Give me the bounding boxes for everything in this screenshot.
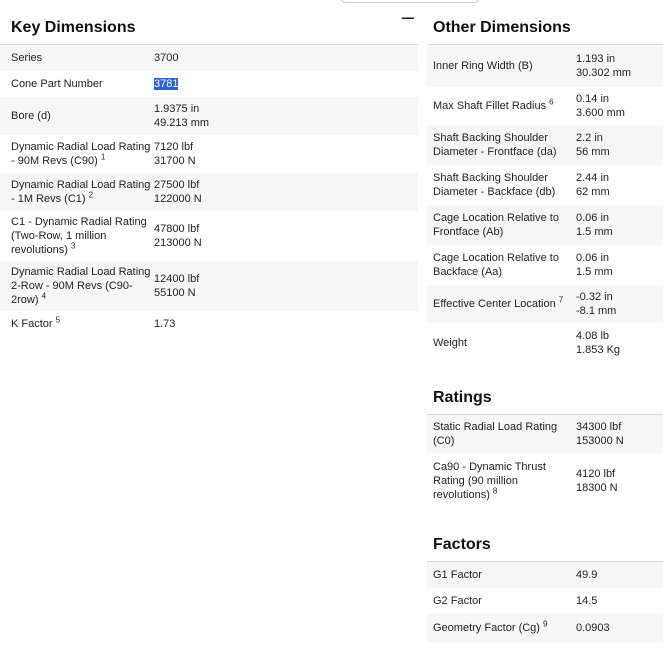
spec-row: Ca90 - Dynamic Thrust Rating (90 million… <box>427 453 663 509</box>
factors-title: Factors <box>433 536 491 553</box>
spec-label: Series <box>0 45 154 71</box>
key-dimensions-title: Key Dimensions <box>11 19 136 36</box>
spec-row: Inner Ring Width (B) 1.193 in 30.302 mm <box>427 45 663 87</box>
spec-label: Bore (d) <box>0 97 154 135</box>
spec-label: Shaft Backing Shoulder Diameter - Backfa… <box>427 165 576 205</box>
spec-label: Ca90 - Dynamic Thrust Rating (90 million… <box>427 453 576 509</box>
spec-value: 0.06 in 1.5 mm <box>576 205 663 245</box>
spec-value: 3700 <box>154 45 418 71</box>
footnote-ref: 5 <box>55 315 61 325</box>
spec-row: Shaft Backing Shoulder Diameter - Backfa… <box>427 165 663 205</box>
key-dimensions-header[interactable]: Key Dimensions – <box>0 0 418 45</box>
spec-label: Inner Ring Width (B) <box>427 45 576 87</box>
footnote-ref: 8 <box>492 486 498 496</box>
footnote-ref: 9 <box>543 619 548 629</box>
spec-value: 1.9375 in 49.213 mm <box>154 97 418 135</box>
spec-row: Cone Part Number 3781 <box>0 71 418 97</box>
spec-value: 0.14 in 3.600 mm <box>576 87 663 125</box>
spec-row: Static Radial Load Rating (C0) 34300 lbf 1… <box>427 415 663 453</box>
spec-label: Cone Part Number <box>0 71 154 97</box>
spec-row: G2 Factor 14.5 <box>427 588 663 614</box>
spec-value: 4.08 lb 1.853 Kg <box>576 323 663 363</box>
spec-label: C1 - Dynamic Radial Rating (Two-Row, 1 m… <box>0 211 154 261</box>
spec-label: Cage Location Relative to Frontface (Ab) <box>427 205 576 245</box>
spec-row: Dynamic Radial Load Rating - 90M Revs (C… <box>0 135 418 173</box>
spec-label: Static Radial Load Rating (C0) <box>427 415 576 453</box>
spec-value: 3781 <box>154 71 418 97</box>
factors-header: Factors <box>427 509 663 562</box>
spec-row: K Factor 5 1.73 <box>0 311 418 337</box>
spec-row: Max Shaft Fillet Radius 6 0.14 in 3.600 mm <box>427 87 663 125</box>
spec-row: Dynamic Radial Load Rating 2-Row - 90M R… <box>0 261 418 311</box>
spec-label: Dynamic Radial Load Rating - 90M Revs (C… <box>0 135 154 173</box>
footnote-ref: 6 <box>549 97 554 107</box>
spec-row: Geometry Factor (Cg) 9 0.0903 <box>427 614 663 642</box>
ratings-header: Ratings <box>427 363 663 415</box>
spec-label: Effective Center Location 7 <box>427 285 576 323</box>
spec-label: K Factor 5 <box>0 311 154 337</box>
spec-value: 7120 lbf 31700 N <box>154 135 418 173</box>
spec-row: Cage Location Relative to Backface (Aa) 0… <box>427 245 663 285</box>
spec-label: Dynamic Radial Load Rating - 1M Revs (C1… <box>0 173 154 211</box>
ratings-section: Ratings Static Radial Load Rating (C0) 34… <box>427 363 663 509</box>
spec-row: Shaft Backing Shoulder Diameter - Frontf… <box>427 125 663 165</box>
spec-label: G2 Factor <box>427 588 576 614</box>
ratings-title: Ratings <box>433 389 492 406</box>
spec-label: Max Shaft Fillet Radius 6 <box>427 87 576 125</box>
other-dimensions-title: Other Dimensions <box>433 19 571 36</box>
factors-table: G1 Factor 49.9 G2 Factor 14.5 Geometry Facto… <box>427 562 663 642</box>
footnote-ref: 1 <box>100 152 106 162</box>
spec-row: Series 3700 <box>0 45 418 71</box>
other-dimensions-section: Other Dimensions Inner Ring Width (B) 1.1… <box>427 0 663 363</box>
spec-row: Dynamic Radial Load Rating - 1M Revs (C1… <box>0 173 418 211</box>
spec-value: 0.0903 <box>576 614 663 642</box>
spec-value: 34300 lbf 153000 N <box>576 415 663 453</box>
spec-value: -0.32 in -8.1 mm <box>576 285 663 323</box>
footnote-ref: 7 <box>558 295 564 305</box>
spec-value: 12400 lbf 55100 N <box>154 261 418 311</box>
right-column: Other Dimensions Inner Ring Width (B) 1.1… <box>427 0 663 642</box>
spec-row: Effective Center Location 7 -0.32 in -8.1 … <box>427 285 663 323</box>
spec-row: C1 - Dynamic Radial Rating (Two-Row, 1 m… <box>0 211 418 261</box>
other-dimensions-header: Other Dimensions <box>427 0 663 45</box>
footnote-ref: 3 <box>70 241 76 251</box>
spec-label: Cage Location Relative to Backface (Aa) <box>427 245 576 285</box>
spec-value: 1.73 <box>154 311 418 337</box>
footnote-ref: 2 <box>88 190 94 200</box>
spec-value: 0.06 in 1.5 mm <box>576 245 663 285</box>
spec-row: Bore (d) 1.9375 in 49.213 mm <box>0 97 418 135</box>
spec-value: 4120 lbf 18300 N <box>576 453 663 509</box>
spec-label: Dynamic Radial Load Rating 2-Row - 90M R… <box>0 261 154 311</box>
spec-value: 27500 lbf 122000 N <box>154 173 418 211</box>
spec-value: 2.44 in 62 mm <box>576 165 663 205</box>
key-dimensions-table: Series 3700 Cone Part Number 3781 Bore (d) 1.… <box>0 45 418 337</box>
spec-value: 47800 lbf 213000 N <box>154 211 418 261</box>
other-dimensions-table: Inner Ring Width (B) 1.193 in 30.302 mm Max… <box>427 45 663 363</box>
spec-label: Geometry Factor (Cg) 9 <box>427 614 576 642</box>
minus-icon[interactable]: – <box>402 6 414 28</box>
spec-row: G1 Factor 49.9 <box>427 562 663 588</box>
spec-value: 49.9 <box>576 562 663 588</box>
spec-value: 2.2 in 56 mm <box>576 125 663 165</box>
key-dimensions-section: Key Dimensions – Series 3700 Cone Part Num… <box>0 0 418 337</box>
footnote-ref: 4 <box>41 291 47 301</box>
spec-label: Weight <box>427 323 576 363</box>
spec-value: 14.5 <box>576 588 663 614</box>
factors-section: Factors G1 Factor 49.9 G2 Factor 14.5 Geomet… <box>427 509 663 642</box>
spec-value: 1.193 in 30.302 mm <box>576 45 663 87</box>
spec-row: Weight 4.08 lb 1.853 Kg <box>427 323 663 363</box>
spec-row: Cage Location Relative to Frontface (Ab)… <box>427 205 663 245</box>
ratings-table: Static Radial Load Rating (C0) 34300 lbf 1… <box>427 415 663 509</box>
spec-label: G1 Factor <box>427 562 576 588</box>
spec-label: Shaft Backing Shoulder Diameter - Frontf… <box>427 125 576 165</box>
